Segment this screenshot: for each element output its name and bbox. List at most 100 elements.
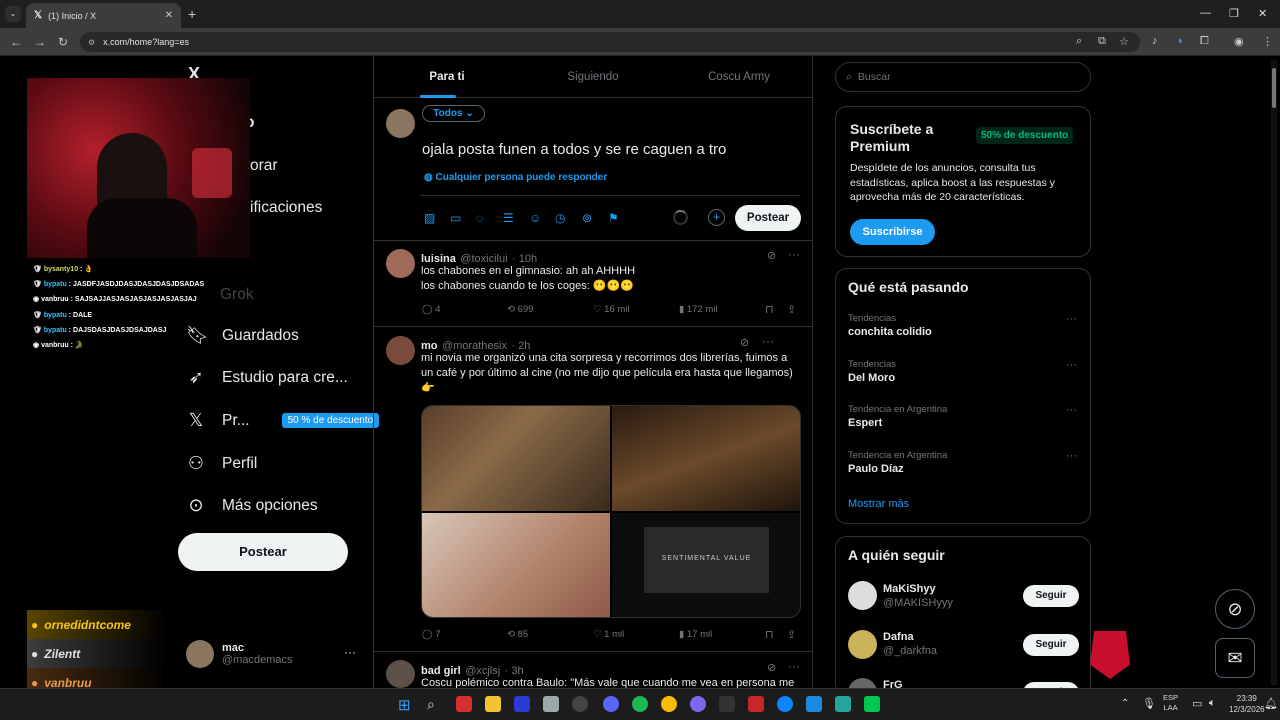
views-action[interactable]: ▮ 172 mil [679,304,718,315]
network-icon[interactable]: ▭ [1192,697,1202,710]
gif-icon[interactable]: ▭ [450,211,461,225]
account-switcher[interactable]: mac @macdemacs [186,640,292,668]
taskbar-app-icon[interactable] [835,696,851,712]
tweet-more-icon[interactable]: ··· [762,334,774,348]
follow-user[interactable]: MaKiShyy @MAKISHyyy [883,583,953,609]
tweet-avatar[interactable] [386,660,415,688]
language-indicator[interactable]: ESP LAA [1163,693,1178,713]
post-button[interactable]: Postear [178,533,348,571]
tab-close-icon[interactable]: ✕ [165,10,173,21]
grok-floating-icon[interactable]: ⊘ [1215,589,1255,629]
new-tab-button[interactable]: + [188,6,196,22]
restore-icon[interactable]: ❐ [1229,7,1239,20]
trend-more-icon[interactable]: ··· [1066,359,1077,371]
photo-cinema[interactable]: SENTIMENTAL VALUE [612,513,800,617]
media-icon[interactable]: ♪ [1152,35,1158,47]
taskbar-app-icon[interactable] [456,696,472,712]
nav-creator-studio[interactable]: ➶ Estudio para cre... [186,367,347,388]
messages-floating-icon[interactable]: ✉ [1215,638,1255,678]
retweet-action[interactable]: ⟲ 85 [507,629,528,640]
discord-icon[interactable] [603,696,619,712]
nav-profile[interactable]: ⚇ Perfil [186,453,257,474]
tab-for-you[interactable]: Para ti [374,56,520,97]
install-app-icon[interactable]: ⧉ [1098,35,1106,48]
taskbar-app-icon[interactable] [748,696,764,712]
photo-bookstore-1[interactable] [422,406,610,511]
audience-selector[interactable]: Todos ⌄ [422,105,485,122]
nav-more[interactable]: ⊙ Más opciones [186,495,317,516]
grok-icon[interactable]: ◌ [476,211,483,225]
image-icon[interactable]: ▨ [424,211,435,225]
reload-icon[interactable]: ↻ [58,35,68,49]
file-explorer-icon[interactable] [485,696,501,712]
nav-explore-partial[interactable]: orar [250,157,278,175]
photo-bookstore-2[interactable] [612,406,800,511]
taskbar-app-icon[interactable] [572,696,588,712]
tray-chevron-icon[interactable]: ⌃ [1121,698,1129,709]
bookmark-icon[interactable]: ⊓ [765,303,774,316]
forward-icon[interactable]: → [34,35,46,49]
taskbar-search-icon[interactable]: ⌕ [427,696,435,713]
scrollbar-thumb[interactable] [1272,68,1276,108]
tweet-avatar[interactable] [386,336,415,365]
tab-search-button[interactable]: ⌄ [5,6,21,22]
address-bar[interactable]: ⚙ x.com/home?lang=es [80,32,1140,52]
profile-avatar-icon[interactable]: ◉ [1234,35,1244,48]
account-menu-icon[interactable]: ··· [344,645,356,659]
grok-explain-icon[interactable]: ⊘ [767,249,776,262]
tab-coscu-army[interactable]: Coscu Army [666,56,812,97]
retweet-action[interactable]: ⟲ 699 [507,304,533,315]
nav-notifications-partial[interactable]: ificaciones [250,199,322,217]
chrome-icon[interactable] [661,696,677,712]
schedule-icon[interactable]: ◷ [555,211,565,225]
clock[interactable]: 23:39 12/3/2026 [1229,693,1265,715]
page-scrollbar[interactable] [1271,60,1277,685]
edge-icon[interactable] [777,696,793,712]
taskbar-app-icon[interactable] [864,696,880,712]
grok-explain-icon[interactable]: ⊘ [740,336,749,349]
reply-action[interactable]: ◯ 4 [422,304,441,315]
spotify-icon[interactable] [632,696,648,712]
poll-icon[interactable]: ☰ [503,211,514,225]
like-action[interactable]: ♡ 16 mil [593,304,630,315]
compose-textarea[interactable]: ojala posta funen a todos y se re caguen… [422,141,726,158]
volume-icon[interactable]: 🔈︎ [1209,697,1216,710]
trend-more-icon[interactable]: ··· [1066,450,1077,462]
extensions-puzzle-icon[interactable]: ⧠ [1200,35,1209,48]
bookmark-star-icon[interactable]: ☆ [1119,35,1129,48]
trend-more-icon[interactable]: ··· [1066,404,1077,416]
browser-menu-icon[interactable]: ⋮ [1262,35,1273,48]
reply-action[interactable]: ◯ 7 [422,629,441,640]
windows-start-icon[interactable]: ⊞ [398,696,411,714]
trend-item[interactable]: Tendencias Del Moro [848,359,896,384]
window-close-icon[interactable]: ✕ [1258,7,1267,20]
subscribe-button[interactable]: Suscribirse [850,219,935,245]
tab-following[interactable]: Siguiendo [520,56,666,97]
browser-tab[interactable]: 𝕏 (1) Inicio / X ✕ [26,3,181,28]
tweet-avatar[interactable] [386,249,415,278]
emoji-icon[interactable]: ☺ [529,211,541,225]
taskbar-app-icon[interactable] [806,696,822,712]
trend-item[interactable]: Tendencia en Argentina Paulo Díaz [848,450,947,475]
grok-explain-icon[interactable]: ⊘ [767,661,776,674]
share-icon[interactable]: ⇪ [787,303,796,316]
show-more-link[interactable]: Mostrar más [848,498,909,510]
trend-item[interactable]: Tendencia en Argentina Espert [848,404,947,429]
photo-couple[interactable] [422,513,610,617]
taskbar-app-icon[interactable] [690,696,706,712]
bookmark-icon[interactable]: ⊓ [765,628,774,641]
like-action[interactable]: ♡ 1 mil [593,629,624,640]
trend-more-icon[interactable]: ··· [1066,313,1077,325]
taskbar-app-icon[interactable] [514,696,530,712]
follow-avatar[interactable] [848,581,877,610]
notification-bell-icon[interactable]: 🔔︎ [1264,697,1278,710]
reply-setting[interactable]: ◍ Cualquier persona puede responder [424,172,607,183]
tweet-more-icon[interactable]: ··· [788,659,800,673]
nav-grok[interactable]: Grok [220,286,254,304]
follow-button[interactable]: Seguir [1023,585,1079,607]
site-info-icon[interactable]: ⚙ [88,38,95,47]
tweet-more-icon[interactable]: ··· [788,247,800,261]
composer-avatar[interactable] [386,109,415,138]
views-action[interactable]: ▮ 17 mil [679,629,712,640]
search-box[interactable]: ⌕ Buscar [835,62,1091,92]
